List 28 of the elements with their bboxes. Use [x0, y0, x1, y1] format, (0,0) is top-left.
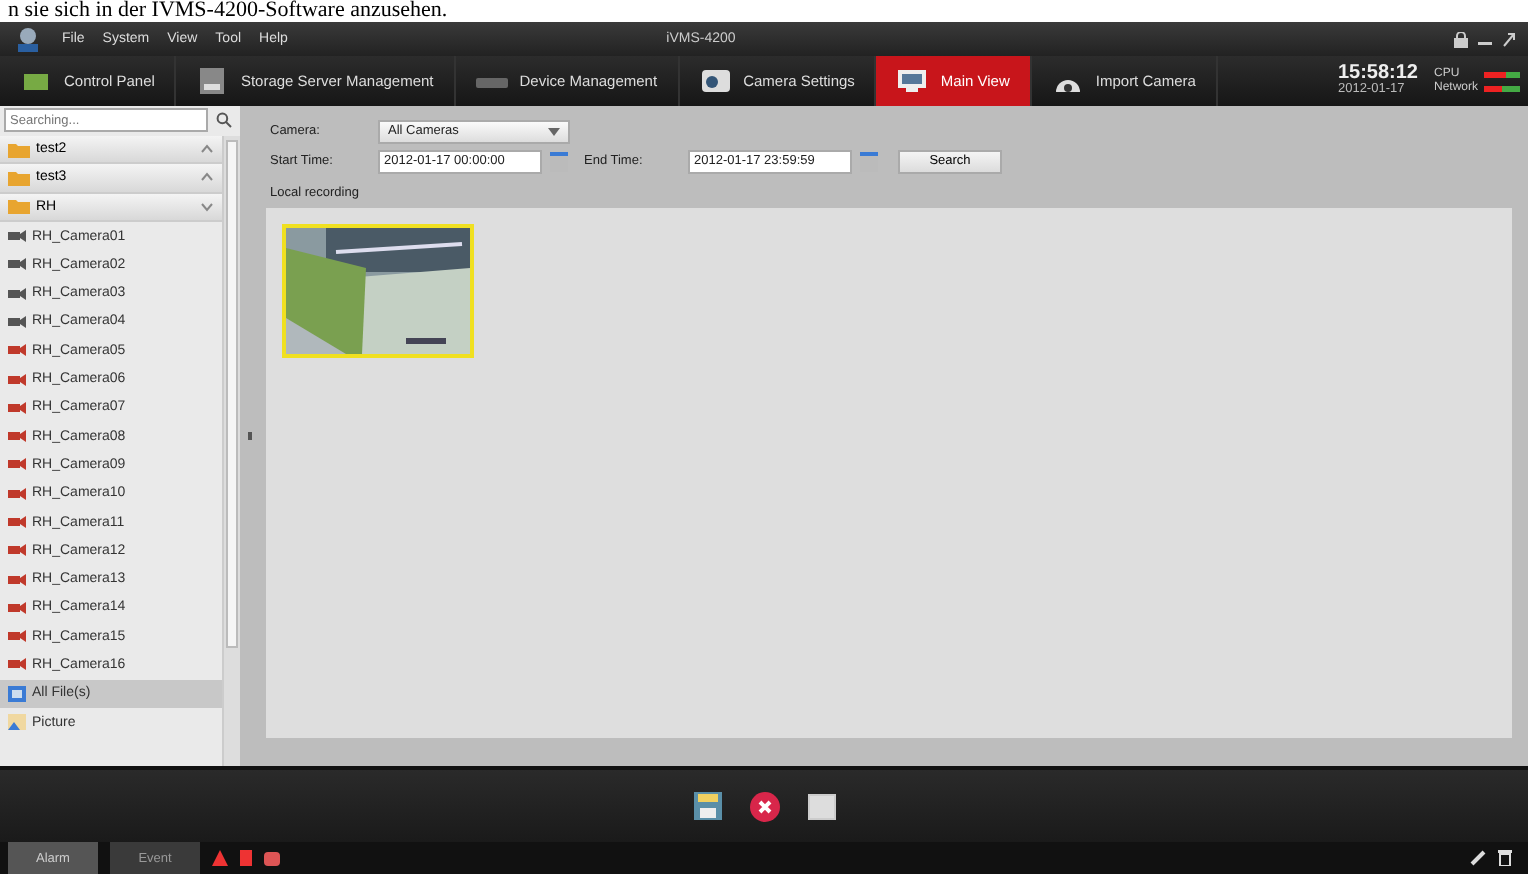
chevron-icon[interactable]: [200, 144, 214, 155]
alert-icon[interactable]: [212, 850, 228, 866]
usage-meter: [1484, 85, 1520, 91]
trash-icon[interactable]: [1498, 850, 1512, 866]
dropdown-arrow-icon: [548, 127, 560, 135]
search-icon[interactable]: [216, 112, 232, 128]
document-caption: n sie sich in der IVMS-4200-Software anzusehen.: [6, 0, 450, 22]
folder-icon: [8, 141, 30, 158]
server-icon: [196, 68, 229, 94]
delete-icon[interactable]: [749, 791, 779, 821]
monitor-icon: [896, 68, 929, 94]
camera-icon: [699, 68, 732, 94]
chevron-icon[interactable]: [200, 201, 214, 212]
panel-icon: [20, 68, 52, 94]
save-icon[interactable]: [693, 792, 721, 820]
image-icon[interactable]: [807, 793, 835, 819]
lock-icon[interactable]: [1454, 31, 1468, 47]
folder-icon: [8, 169, 30, 186]
folder-icon: [8, 198, 30, 215]
camera-icon[interactable]: [264, 851, 280, 865]
resize-icon[interactable]: [1502, 31, 1516, 47]
camera-logo-icon: [12, 25, 44, 53]
usage-meter: [1484, 71, 1520, 77]
pin-icon[interactable]: [1470, 850, 1486, 866]
clock-time: 15:58:12: [1337, 65, 1418, 81]
picture-icon: [8, 714, 26, 731]
chevron-icon[interactable]: [200, 172, 214, 183]
files-icon: [8, 685, 26, 702]
